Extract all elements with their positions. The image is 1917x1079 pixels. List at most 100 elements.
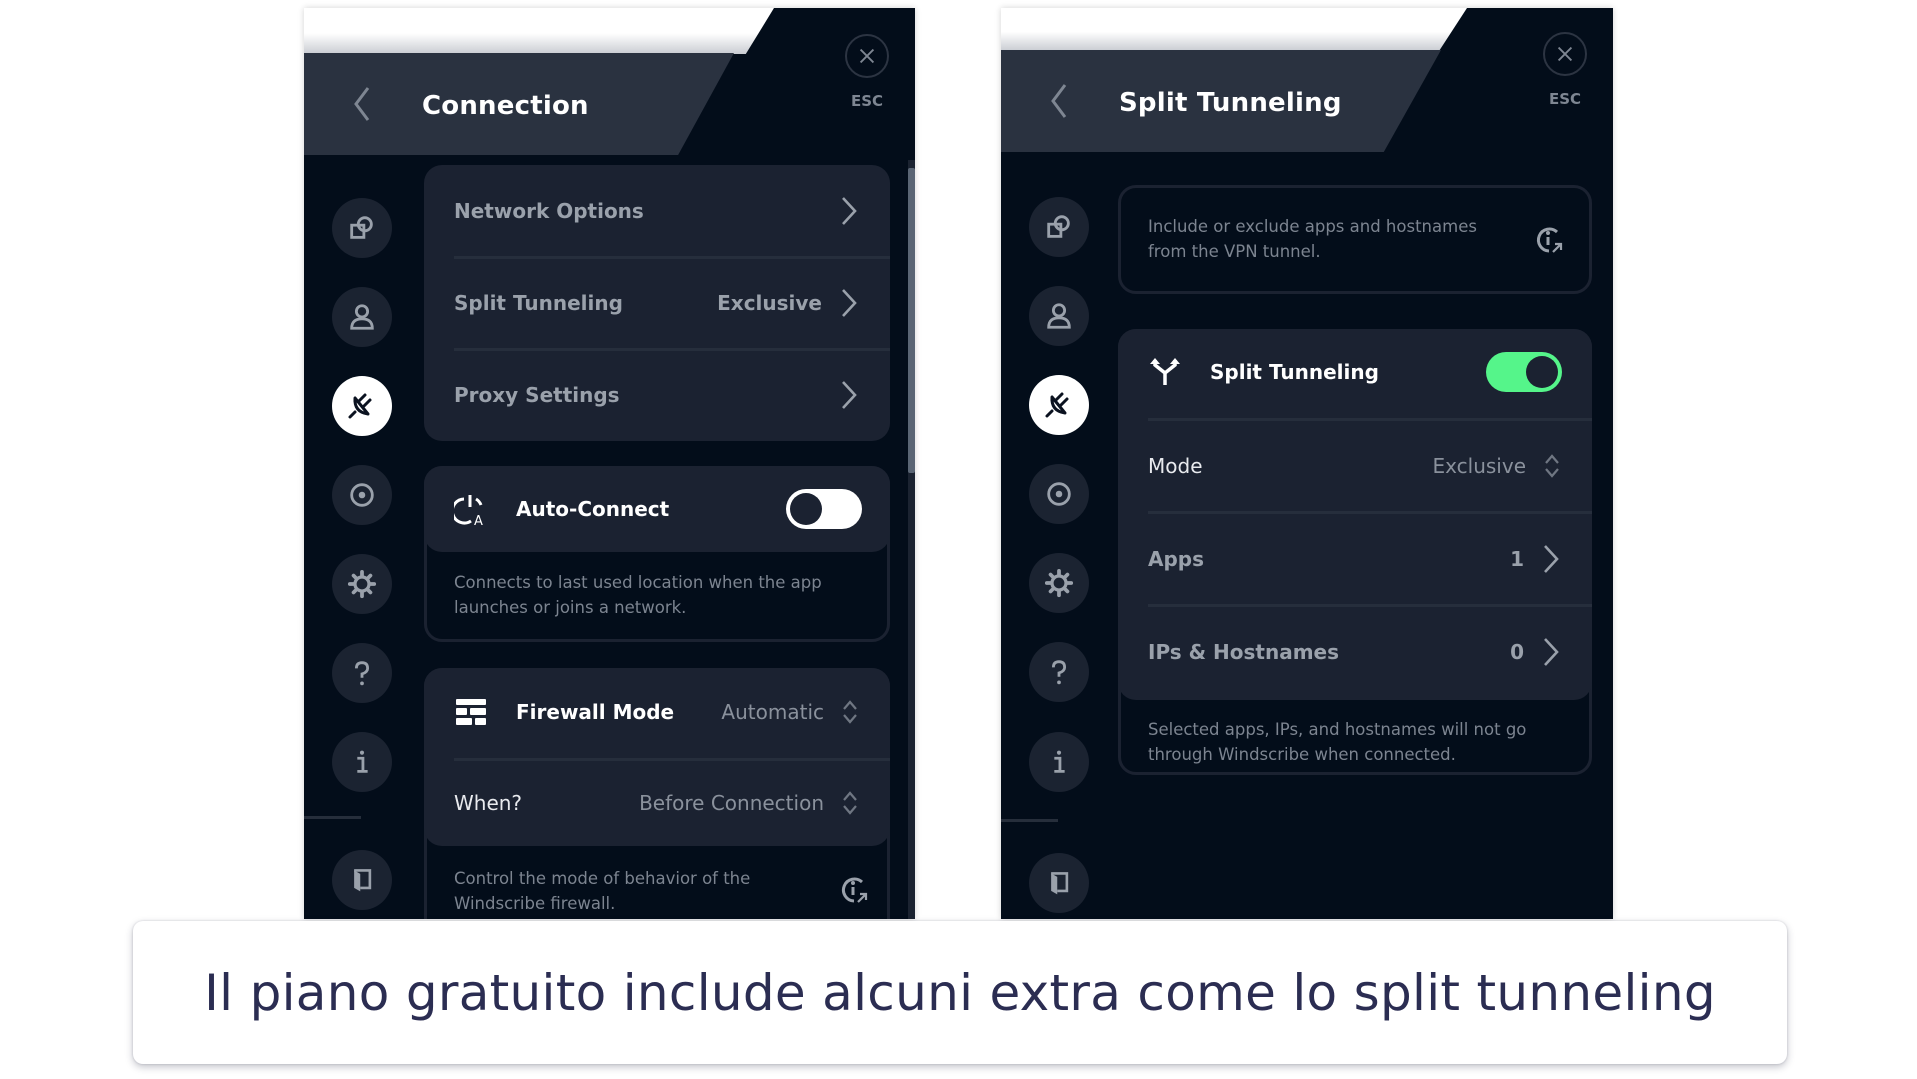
sidebar-item-help[interactable]: [1029, 642, 1089, 702]
updown-arrows-icon: [840, 789, 860, 817]
firewall-when-select[interactable]: Before Connection: [639, 791, 824, 815]
sidebar-divider: [304, 816, 361, 819]
firewall-when-label: When?: [454, 791, 523, 815]
firewall-info-link[interactable]: [838, 874, 870, 910]
ips-hostnames-row[interactable]: IPs & Hostnames 0: [1118, 607, 1592, 697]
gear-icon: [347, 569, 377, 599]
help-icon: [347, 658, 377, 688]
auto-connect-icon: [454, 492, 488, 526]
close-button[interactable]: [845, 34, 889, 78]
back-button[interactable]: [1045, 81, 1073, 121]
connection-plug-icon: [1043, 389, 1075, 421]
menu-item-label: Proxy Settings: [454, 383, 620, 407]
sidebar-item-exit[interactable]: [1029, 853, 1089, 913]
split-tunneling-toggle[interactable]: [1486, 352, 1562, 392]
ips-hostnames-count: 0: [1510, 640, 1524, 664]
sidebar-item-connection[interactable]: [1029, 375, 1089, 435]
auto-connect-toggle[interactable]: [786, 489, 862, 529]
location-icon: [1044, 212, 1074, 242]
info-icon: [1044, 747, 1074, 777]
sidebar-item-connection[interactable]: [332, 376, 392, 436]
firewall-description: Control the mode of behavior of the Wind…: [454, 866, 750, 916]
split-tunneling-description: Selected apps, IPs, and hostnames will n…: [1148, 717, 1526, 767]
description-line: launches or joins a network.: [454, 598, 687, 617]
sidebar-item-about[interactable]: [332, 732, 392, 792]
sidebar-item-general[interactable]: [1029, 553, 1089, 613]
info-icon: [347, 747, 377, 777]
split-tunneling-info-text: Include or exclude apps and hostnames fr…: [1148, 214, 1477, 264]
sidebar-item-about[interactable]: [1029, 732, 1089, 792]
mode-label: Mode: [1148, 454, 1203, 478]
menu-item-network-options[interactable]: Network Options: [424, 165, 890, 257]
updown-arrows-icon: [840, 698, 860, 726]
header-top-strip: [1001, 8, 1467, 51]
connection-menu-card: Network Options Split Tunneling Exclusiv…: [424, 165, 890, 441]
split-tunneling-panel: Split Tunneling ESC Include or exclude a…: [1001, 8, 1613, 919]
caption-box: Il piano gratuito include alcuni extra c…: [133, 921, 1787, 1064]
robert-icon: [347, 480, 377, 510]
esc-label: ESC: [1548, 90, 1582, 108]
firewall-icon: [454, 695, 488, 729]
apps-count: 1: [1510, 547, 1524, 571]
firewall-mode-label: Firewall Mode: [516, 700, 675, 724]
sidebar-item-general[interactable]: [332, 554, 392, 614]
firewall-settings: Firewall Mode Automatic When? Before Con…: [424, 668, 890, 846]
header-top-strip: [304, 8, 774, 54]
robert-icon: [1044, 479, 1074, 509]
sidebar-item-exit[interactable]: [332, 850, 392, 910]
auto-connect-row: Auto-Connect: [424, 466, 890, 552]
back-button[interactable]: [348, 84, 376, 124]
sidebar-item-account[interactable]: [332, 287, 392, 347]
split-tunneling-card: Split Tunneling Mode Exclusive Apps 1 IP…: [1118, 329, 1592, 775]
auto-connect-description: Connects to last used location when the …: [454, 570, 822, 620]
toggle-knob: [790, 493, 822, 525]
info-external-icon: [838, 874, 870, 906]
description-line: through Windscribe when connected.: [1148, 745, 1456, 764]
chevron-right-icon: [838, 195, 860, 227]
mode-row[interactable]: Mode Exclusive: [1118, 421, 1592, 511]
chevron-left-icon: [1047, 81, 1071, 121]
chevron-right-icon: [838, 379, 860, 411]
account-icon: [1044, 301, 1074, 331]
chevron-right-icon: [838, 287, 860, 319]
gear-icon: [1044, 568, 1074, 598]
sidebar-item-account[interactable]: [1029, 286, 1089, 346]
sidebar-divider: [1001, 819, 1058, 822]
sidebar-item-robert[interactable]: [1029, 464, 1089, 524]
close-icon: [856, 45, 878, 67]
close-icon: [1554, 43, 1576, 65]
firewall-when-row[interactable]: When? Before Connection: [424, 760, 890, 846]
description-line: Connects to last used location when the …: [454, 573, 822, 592]
scrollbar-thumb[interactable]: [908, 168, 915, 473]
menu-item-split-tunneling[interactable]: Split Tunneling Exclusive: [424, 257, 890, 349]
close-button[interactable]: [1543, 32, 1587, 76]
split-fork-icon: [1148, 355, 1182, 389]
mode-select[interactable]: Exclusive: [1433, 454, 1526, 478]
apps-label: Apps: [1148, 547, 1205, 571]
menu-item-label: Network Options: [454, 199, 644, 223]
chevron-left-icon: [350, 84, 374, 124]
firewall-mode-select[interactable]: Automatic: [721, 700, 824, 724]
sidebar-item-location[interactable]: [1029, 197, 1089, 257]
exit-door-icon: [348, 866, 376, 894]
toggle-knob: [1526, 356, 1558, 388]
sidebar-item-location[interactable]: [332, 198, 392, 258]
description-line: Selected apps, IPs, and hostnames will n…: [1148, 720, 1527, 739]
sidebar-item-robert[interactable]: [332, 465, 392, 525]
page-title: Connection: [422, 91, 589, 121]
menu-item-label: Split Tunneling: [454, 291, 623, 315]
chevron-right-icon: [1540, 636, 1562, 668]
page-title: Split Tunneling: [1119, 88, 1342, 118]
apps-row[interactable]: Apps 1: [1118, 514, 1592, 604]
split-tunneling-info-link[interactable]: [1533, 224, 1565, 260]
firewall-mode-row[interactable]: Firewall Mode Automatic: [424, 668, 890, 756]
ips-hostnames-label: IPs & Hostnames: [1148, 640, 1340, 664]
account-icon: [347, 302, 377, 332]
description-line: Control the mode of behavior of the: [454, 869, 751, 888]
sidebar-item-help[interactable]: [332, 643, 392, 703]
description-line: Include or exclude apps and hostnames: [1148, 217, 1477, 236]
help-icon: [1044, 657, 1074, 687]
auto-connect-card: Auto-Connect Connects to last used locat…: [424, 466, 890, 642]
menu-item-proxy-settings[interactable]: Proxy Settings: [424, 349, 890, 441]
connection-plug-icon: [346, 390, 378, 422]
